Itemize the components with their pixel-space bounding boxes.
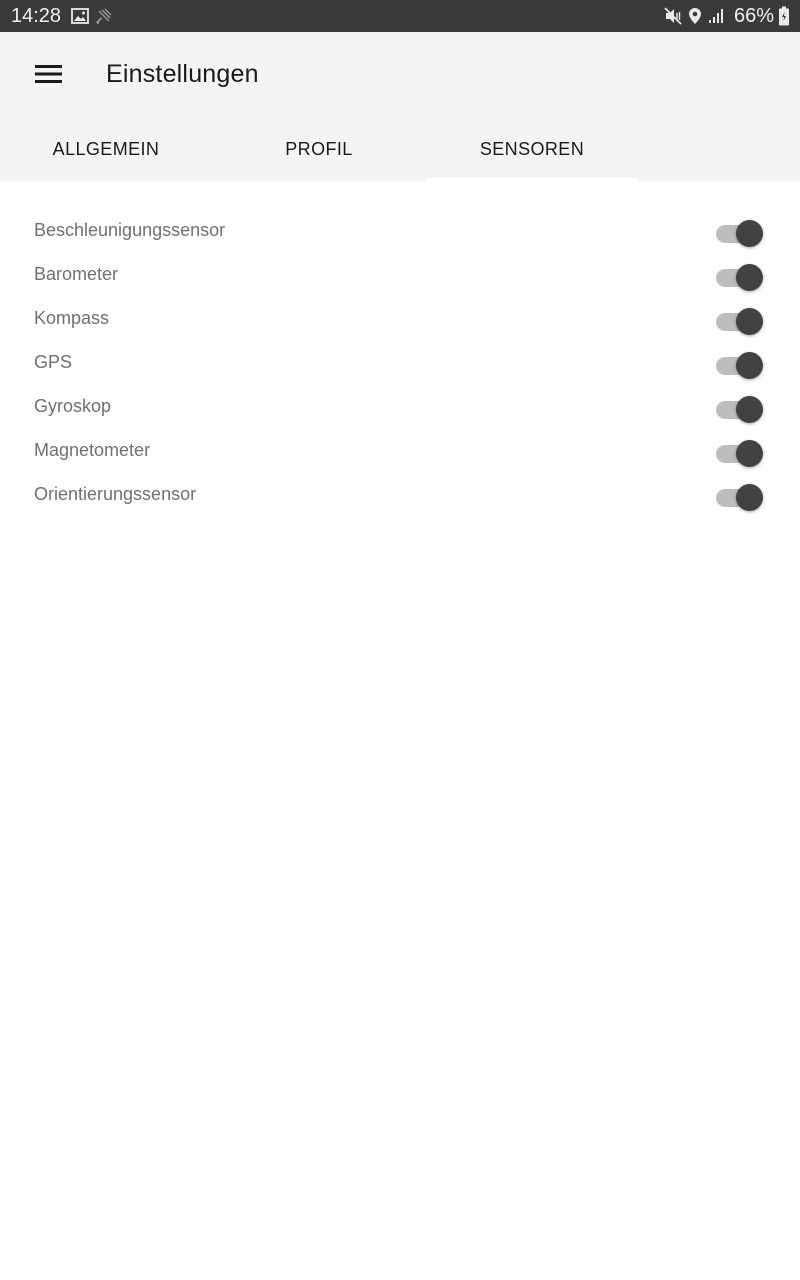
sensor-row-barometer: Barometer xyxy=(0,258,800,302)
sensor-row-gyroskop: Gyroskop xyxy=(0,390,800,434)
sensor-toggle-switch[interactable] xyxy=(716,304,764,336)
sensor-label: Barometer xyxy=(34,264,119,284)
sensor-toggle-switch[interactable] xyxy=(716,392,764,424)
tab-label: PROFIL xyxy=(285,138,353,159)
hamburger-menu-icon xyxy=(35,64,63,89)
tab-label: SENSOREN xyxy=(479,138,585,159)
status-bar-right: 66% xyxy=(664,5,790,28)
sensor-toggle-switch[interactable] xyxy=(716,436,764,468)
switch-thumb xyxy=(736,220,763,247)
sensor-label: Gyroskop xyxy=(34,396,112,416)
switch-thumb xyxy=(736,396,763,423)
page-title: Einstellungen xyxy=(106,60,259,88)
sensor-toggle-switch[interactable] xyxy=(716,260,764,292)
switch-thumb xyxy=(736,308,763,335)
switch-thumb xyxy=(736,352,763,379)
tab-profil[interactable]: PROFIL xyxy=(213,116,425,182)
battery-icon xyxy=(778,6,790,26)
sensor-toggle-switch[interactable] xyxy=(716,480,764,512)
sensor-label: Kompass xyxy=(34,308,110,328)
sensor-row-gps: GPS xyxy=(0,346,800,390)
signal-icon xyxy=(708,8,726,24)
tab-sensoren[interactable]: SENSOREN xyxy=(426,116,638,182)
location-icon xyxy=(688,7,702,25)
sensor-label: GPS xyxy=(34,352,73,372)
sensor-row-beschleunigungssensor: Beschleunigungssensor xyxy=(0,214,800,258)
mute-icon xyxy=(664,7,682,25)
switch-thumb xyxy=(736,264,763,291)
sensor-label: Beschleunigungssensor xyxy=(34,220,226,240)
status-time: 14:28 xyxy=(11,4,62,27)
tab-bar: ALLGEMEIN PROFIL SENSOREN xyxy=(0,116,800,182)
switch-thumb xyxy=(736,484,763,511)
switch-thumb xyxy=(736,440,763,467)
menu-button[interactable] xyxy=(24,54,74,98)
sensor-row-orientierungssensor: Orientierungssensor xyxy=(0,478,800,522)
sensor-label: Orientierungssensor xyxy=(34,484,197,504)
image-icon xyxy=(71,8,89,24)
tab-label: ALLGEMEIN xyxy=(52,138,160,159)
tab-allgemein[interactable]: ALLGEMEIN xyxy=(0,116,212,182)
sensor-toggle-switch[interactable] xyxy=(716,216,764,248)
battery-percent: 66% xyxy=(733,4,774,27)
app-bar: Einstellungen ALLGEMEIN PROFIL SENSOREN xyxy=(0,32,800,182)
cast-icon xyxy=(95,7,113,25)
sensor-row-kompass: Kompass xyxy=(0,302,800,346)
status-bar-left: 14:28 xyxy=(11,5,119,28)
tab-selected-indicator xyxy=(426,178,638,182)
sensor-toggle-switch[interactable] xyxy=(716,348,764,380)
status-bar: 14:28 66% xyxy=(0,0,800,32)
sensor-row-magnetometer: Magnetometer xyxy=(0,434,800,478)
sensor-label: Magnetometer xyxy=(34,440,151,460)
